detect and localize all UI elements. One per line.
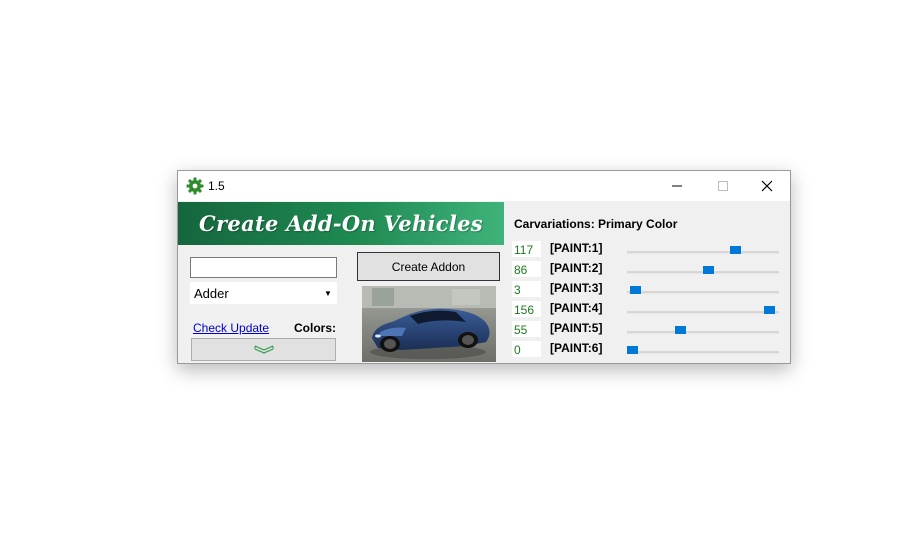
chevron-down-icon[interactable]: ▼: [320, 283, 336, 303]
paint-row-4: 156 [PAINT:4]: [512, 301, 784, 319]
window-title: 1.5: [208, 179, 225, 193]
vehicle-select[interactable]: Adder ▼: [190, 282, 337, 304]
paint-label: [PAINT:2]: [550, 261, 603, 275]
title-bar: 1.5: [178, 171, 790, 201]
paint-row-2: 86 [PAINT:2]: [512, 261, 784, 279]
colors-label: Colors:: [294, 321, 336, 335]
paint-slider-thumb[interactable]: [675, 326, 687, 334]
gear-icon: [186, 177, 204, 195]
paint-value[interactable]: 0: [512, 341, 541, 357]
paint-row-5: 55 [PAINT:5]: [512, 321, 784, 339]
paint-label: [PAINT:4]: [550, 301, 603, 315]
close-button[interactable]: [744, 171, 790, 201]
banner: Create Add-On Vehicles: [178, 202, 504, 245]
paint-slider-track[interactable]: [627, 331, 779, 334]
paint-slider-track[interactable]: [627, 351, 779, 354]
paint-label: [PAINT:5]: [550, 321, 603, 335]
banner-title: Create Add-On Vehicles: [199, 211, 483, 236]
paint-label: [PAINT:3]: [550, 281, 603, 295]
chevron-down-icon: [254, 345, 273, 354]
paint-slider-thumb[interactable]: [629, 286, 641, 294]
paint-label: [PAINT:6]: [550, 341, 603, 355]
paint-value[interactable]: 3: [512, 281, 541, 297]
paint-slider-track[interactable]: [627, 311, 779, 314]
paint-slider-thumb[interactable]: [627, 346, 638, 354]
paint-value[interactable]: 156: [512, 301, 541, 317]
paint-value[interactable]: 55: [512, 321, 541, 337]
paint-slider-track[interactable]: [627, 251, 779, 254]
close-icon: [761, 180, 773, 192]
paint-row-6: 0 [PAINT:6]: [512, 341, 784, 359]
vehicle-name-input[interactable]: [190, 257, 337, 278]
app-window: 1.5 Create Add-On Vehicles Adder ▼ Check…: [177, 170, 791, 364]
paint-value[interactable]: 117: [512, 241, 541, 257]
maximize-icon: [718, 181, 728, 191]
paint-slider-track[interactable]: [627, 291, 779, 294]
carvariations-title: Carvariations: Primary Color: [514, 217, 678, 231]
colors-toggle-button[interactable]: [191, 338, 336, 361]
paint-value[interactable]: 86: [512, 261, 541, 277]
car-thumbnail: [362, 286, 496, 362]
paint-label: [PAINT:1]: [550, 241, 603, 255]
create-addon-button[interactable]: Create Addon: [357, 252, 500, 281]
paint-row-3: 3 [PAINT:3]: [512, 281, 784, 299]
vehicle-select-value: Adder: [194, 286, 229, 301]
car-image: [362, 286, 496, 362]
minimize-icon: [672, 185, 682, 187]
paint-row-1: 117 [PAINT:1]: [512, 241, 784, 259]
paint-slider-thumb[interactable]: [730, 246, 742, 254]
paint-slider-thumb[interactable]: [702, 266, 714, 274]
check-update-link[interactable]: Check Update: [193, 321, 269, 335]
minimize-button[interactable]: [654, 171, 700, 201]
maximize-button[interactable]: [700, 171, 746, 201]
paint-slider-thumb[interactable]: [764, 306, 776, 314]
